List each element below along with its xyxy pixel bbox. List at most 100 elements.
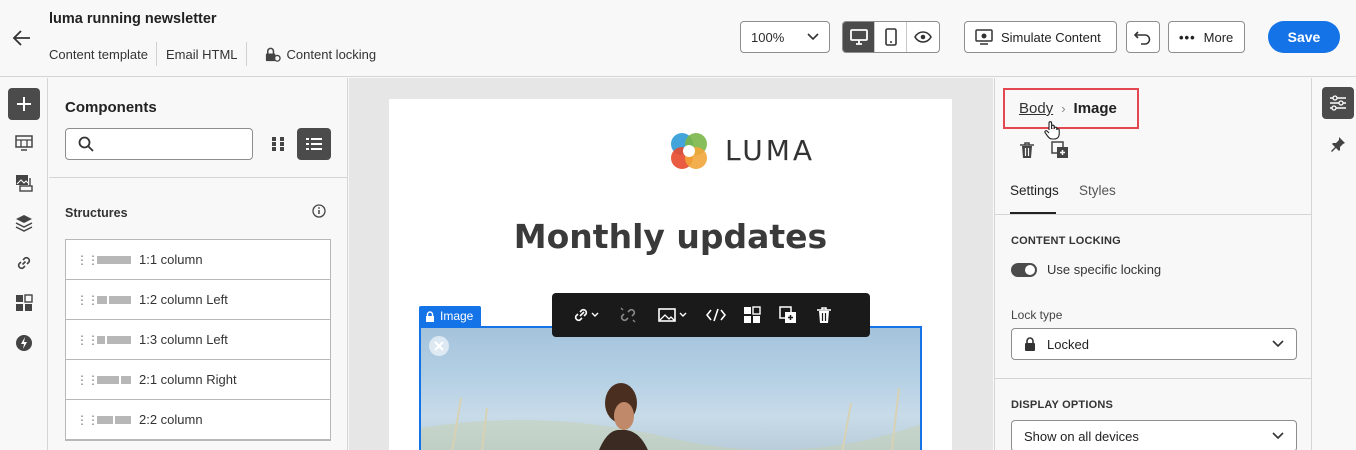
fragment-icon[interactable] xyxy=(8,127,40,159)
link-dropdown-button[interactable] xyxy=(564,293,608,337)
structure-item[interactable]: ⋮⋮ 2:1 column Right xyxy=(66,360,330,400)
specific-locking-toggle[interactable] xyxy=(1011,262,1037,277)
image-tag-label: Image xyxy=(440,309,474,323)
drag-handle-icon[interactable]: ⋮⋮ xyxy=(76,373,99,387)
layers-icon[interactable] xyxy=(8,207,40,239)
duplicate-icon[interactable] xyxy=(1051,141,1069,159)
lock-icon xyxy=(426,310,434,322)
structure-thumbnail xyxy=(97,335,131,344)
pin-icon[interactable] xyxy=(1322,128,1354,160)
tab-styles[interactable]: Styles xyxy=(1079,183,1116,198)
lock-settings-icon xyxy=(265,47,281,62)
structure-item[interactable]: ⋮⋮ 1:1 column xyxy=(66,240,330,280)
simulate-content-button[interactable]: Simulate Content xyxy=(964,21,1117,53)
save-button[interactable]: Save xyxy=(1268,21,1340,53)
panel-tabs: Settings Styles xyxy=(995,175,1311,215)
divider xyxy=(995,378,1311,379)
structure-label: 1:3 column Left xyxy=(139,332,228,347)
zoom-select[interactable]: 100% xyxy=(740,21,830,53)
html-code-button[interactable] xyxy=(698,293,734,337)
chevron-down-icon xyxy=(807,33,819,41)
components-title: Components xyxy=(65,99,157,116)
lock-icon xyxy=(1025,337,1035,351)
components-panel: Components Structures ⋮⋮ 1:1 column ⋮⋮ 1… xyxy=(49,78,348,450)
hand-cursor-icon xyxy=(1044,121,1060,140)
info-icon[interactable] xyxy=(312,204,326,221)
breadcrumb-current: Image xyxy=(1073,100,1117,117)
specific-locking-toggle-row: Use specific locking xyxy=(1011,262,1161,277)
delete-button[interactable] xyxy=(806,293,842,337)
drag-handle-icon[interactable]: ⋮⋮ xyxy=(76,253,99,267)
subnav: Content template Email HTML Content lock… xyxy=(49,42,376,66)
device-toggle-group xyxy=(842,21,940,53)
unlink-icon xyxy=(620,307,636,323)
save-fragment-button[interactable] xyxy=(734,293,770,337)
properties-icon[interactable] xyxy=(1322,87,1354,119)
structure-label: 2:2 column xyxy=(139,412,203,427)
lock-type-label: Lock type xyxy=(1011,308,1063,322)
lock-type-select[interactable]: Locked xyxy=(1011,328,1297,360)
link-icon[interactable] xyxy=(8,247,40,279)
left-rail xyxy=(0,78,48,450)
search-field[interactable] xyxy=(65,128,253,160)
more-button[interactable]: ••• More xyxy=(1168,21,1245,53)
remove-image-icon[interactable] xyxy=(429,336,449,356)
document-title: luma running newsletter xyxy=(49,11,217,27)
structures-list: ⋮⋮ 1:1 column ⋮⋮ 1:2 column Left ⋮⋮ 1:3 … xyxy=(65,239,331,441)
list-view-button[interactable] xyxy=(297,128,331,160)
display-options-select[interactable]: Show on all devices xyxy=(1011,420,1297,450)
content-locking-title: CONTENT LOCKING xyxy=(1011,235,1121,247)
mobile-view-button[interactable] xyxy=(875,22,907,52)
search-input[interactable] xyxy=(102,136,242,152)
more-label: More xyxy=(1203,29,1234,45)
drag-handle-icon[interactable]: ⋮⋮ xyxy=(76,413,99,427)
structure-item[interactable]: ⋮⋮ 1:3 column Left xyxy=(66,320,330,360)
email-heading[interactable]: Monthly updates xyxy=(389,217,952,256)
breadcrumb-body-link[interactable]: Body xyxy=(1019,100,1053,117)
email-canvas: LUMA Monthly updates Image xyxy=(349,78,993,450)
structure-thumbnail xyxy=(97,375,131,384)
duplicate-icon xyxy=(779,306,796,323)
divider xyxy=(245,42,247,66)
eye-icon xyxy=(914,31,932,43)
components-icon[interactable] xyxy=(8,287,40,319)
simulate-icon xyxy=(975,29,993,45)
undo-button[interactable] xyxy=(1126,21,1160,53)
dynamic-icon[interactable] xyxy=(8,327,40,359)
right-rail xyxy=(1313,78,1356,450)
code-icon xyxy=(706,308,726,322)
drag-handle-icon[interactable]: ⋮⋮ xyxy=(76,333,99,347)
grid-view-button[interactable] xyxy=(263,128,295,160)
link-icon xyxy=(574,308,599,322)
add-icon[interactable] xyxy=(8,88,40,120)
drag-handle-icon[interactable]: ⋮⋮ xyxy=(76,293,99,307)
back-arrow-icon[interactable] xyxy=(10,26,34,50)
desktop-view-button[interactable] xyxy=(843,22,875,52)
preview-button[interactable] xyxy=(907,22,939,52)
email-body[interactable]: LUMA Monthly updates Image xyxy=(389,99,952,450)
structure-label: 1:1 column xyxy=(139,252,203,267)
assets-icon[interactable] xyxy=(8,167,40,199)
unlink-button[interactable] xyxy=(608,293,648,337)
image-block[interactable] xyxy=(419,326,922,450)
luma-logo-icon xyxy=(671,133,707,169)
trash-icon[interactable] xyxy=(1019,141,1035,159)
mobile-icon xyxy=(884,28,897,46)
active-tab-indicator xyxy=(1010,212,1056,214)
subnav-email-html[interactable]: Email HTML xyxy=(166,47,246,62)
structure-item[interactable]: ⋮⋮ 1:2 column Left xyxy=(66,280,330,320)
subnav-content-template[interactable]: Content template xyxy=(49,47,156,62)
image-dropdown-button[interactable] xyxy=(648,293,698,337)
list-icon xyxy=(306,138,322,150)
luma-logo-text: LUMA xyxy=(725,134,816,167)
structure-thumbnail xyxy=(97,295,131,304)
structures-label: Structures xyxy=(65,206,128,220)
header: luma running newsletter Content template… xyxy=(0,0,1356,77)
tab-settings[interactable]: Settings xyxy=(1010,183,1059,198)
duplicate-button[interactable] xyxy=(770,293,806,337)
content-locking-link[interactable]: Content locking xyxy=(264,46,376,63)
structure-label: 1:2 column Left xyxy=(139,292,228,307)
structure-item[interactable]: ⋮⋮ 2:2 column xyxy=(66,400,330,440)
display-options-value: Show on all devices xyxy=(1024,428,1139,444)
structure-thumbnail xyxy=(97,255,131,264)
